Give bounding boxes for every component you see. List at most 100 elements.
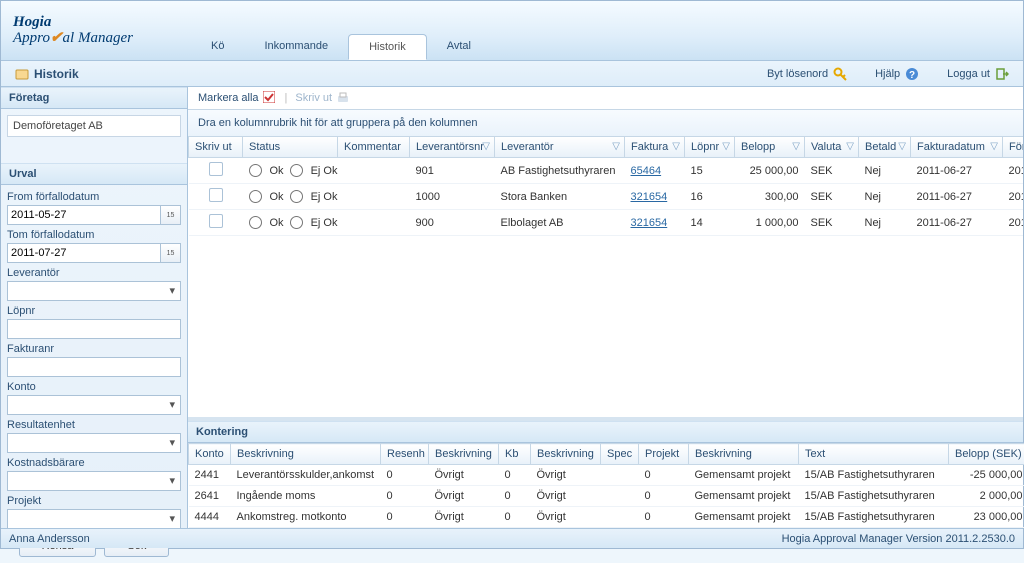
projekt-select[interactable] bbox=[7, 509, 181, 529]
col-belopp[interactable]: Belopp▽ bbox=[735, 137, 805, 158]
filter-icon[interactable]: ▽ bbox=[612, 141, 620, 152]
kontering-row[interactable]: 2441 Leverantörsskulder,ankomst 0 Övrigt… bbox=[189, 465, 1024, 486]
group-by-hint[interactable]: Dra en kolumnrubrik hit för att gruppera… bbox=[188, 110, 1023, 137]
from-date-picker-button[interactable]: 15 bbox=[161, 205, 181, 225]
k-cell-konto: 2641 bbox=[189, 486, 231, 507]
cell-levnr: 901 bbox=[410, 158, 495, 184]
resultatenhet-select[interactable] bbox=[7, 433, 181, 453]
logout-link[interactable]: Logga ut bbox=[947, 67, 1009, 81]
tab-avtal[interactable]: Avtal bbox=[427, 34, 491, 60]
print-link[interactable]: Skriv ut bbox=[295, 91, 350, 105]
cell-belopp: 25 000,00 bbox=[735, 158, 805, 184]
col-lev[interactable]: Leverantör▽ bbox=[495, 137, 625, 158]
col-betald[interactable]: Betald▽ bbox=[859, 137, 911, 158]
k-cell-b2: Övrigt bbox=[429, 507, 499, 528]
col-kommentar[interactable]: Kommentar bbox=[338, 137, 410, 158]
cell-fakturadatum: 2011-06-27 bbox=[911, 158, 1003, 184]
tab-ko[interactable]: Kö bbox=[191, 34, 244, 60]
status-ok-radio[interactable] bbox=[249, 216, 262, 229]
cell-lopnr: 15 bbox=[685, 158, 735, 184]
cell-lopnr: 16 bbox=[685, 184, 735, 210]
k-col-spec[interactable]: Spec bbox=[601, 444, 639, 465]
filter-icon[interactable]: ▽ bbox=[672, 141, 680, 152]
footer-version: Hogia Approval Manager Version 2011.2.25… bbox=[782, 533, 1015, 545]
col-faktura[interactable]: Faktura▽ bbox=[625, 137, 685, 158]
cell-lev: Elbolaget AB bbox=[495, 210, 625, 236]
k-col-resenh[interactable]: Resenh bbox=[381, 444, 429, 465]
logo-line2a: Appro bbox=[13, 30, 50, 46]
status-ok-label: Ok bbox=[270, 165, 284, 177]
filter-icon[interactable]: ▽ bbox=[846, 141, 854, 152]
col-status[interactable]: Status bbox=[243, 137, 338, 158]
k-col-belopp[interactable]: Belopp (SEK) bbox=[949, 444, 1024, 465]
k-col-kb[interactable]: Kb bbox=[499, 444, 531, 465]
k-col-beskr3[interactable]: Beskrivning bbox=[531, 444, 601, 465]
k-cell-text: 15/AB Fastighetsuthyraren bbox=[799, 465, 949, 486]
k-col-beskr2[interactable]: Beskrivning bbox=[429, 444, 499, 465]
tom-date-input[interactable] bbox=[7, 243, 161, 263]
fakturanr-label: Fakturanr bbox=[7, 343, 181, 355]
row-checkbox[interactable] bbox=[209, 162, 223, 176]
k-col-beskr[interactable]: Beskrivning bbox=[231, 444, 381, 465]
k-cell-b2: Övrigt bbox=[429, 486, 499, 507]
lopnr-label: Löpnr bbox=[7, 305, 181, 317]
kontering-row[interactable]: 2641 Ingående moms 0 Övrigt 0 Övrigt 0 G… bbox=[189, 486, 1024, 507]
change-password-link[interactable]: Byt lösenord bbox=[767, 67, 847, 81]
filter-icon[interactable]: ▽ bbox=[898, 141, 906, 152]
faktura-link[interactable]: 65464 bbox=[631, 165, 662, 177]
filter-icon[interactable]: ▽ bbox=[792, 141, 800, 152]
kostnadsb-select[interactable] bbox=[7, 471, 181, 491]
page-toolbar: Historik Byt lösenord Hjälp ? Logga ut bbox=[1, 61, 1023, 87]
kontering-row[interactable]: 4444 Ankomstreg. motkonto 0 Övrigt 0 Övr… bbox=[189, 507, 1024, 528]
col-valuta[interactable]: Valuta▽ bbox=[805, 137, 859, 158]
status-ejok-radio[interactable] bbox=[290, 190, 303, 203]
leverantor-select[interactable] bbox=[7, 281, 181, 301]
faktura-link[interactable]: 321654 bbox=[631, 191, 668, 203]
k-cell-b4: Gemensamt projekt bbox=[689, 486, 799, 507]
k-col-konto[interactable]: Konto bbox=[189, 444, 231, 465]
cell-lev: AB Fastighetsuthyraren bbox=[495, 158, 625, 184]
k-cell-konto: 4444 bbox=[189, 507, 231, 528]
filter-icon[interactable]: ▽ bbox=[722, 141, 730, 152]
fakturanr-input[interactable] bbox=[7, 357, 181, 377]
tab-historik[interactable]: Historik bbox=[348, 34, 427, 60]
status-ok-label: Ok bbox=[270, 191, 284, 203]
company-name[interactable]: Demoföretaget AB bbox=[7, 115, 181, 137]
status-ejok-radio[interactable] bbox=[290, 164, 303, 177]
from-date-input[interactable] bbox=[7, 205, 161, 225]
key-icon bbox=[833, 67, 847, 81]
status-ejok-radio[interactable] bbox=[290, 216, 303, 229]
filter-icon[interactable]: ▽ bbox=[990, 141, 998, 152]
col-levnr[interactable]: Leverantörsnr▽ bbox=[410, 137, 495, 158]
logout-icon bbox=[995, 67, 1009, 81]
table-row[interactable]: Ok Ej Ok 900 Elbolaget AB 321654 14 1 00… bbox=[189, 210, 1024, 236]
cell-betald: Nej bbox=[859, 158, 911, 184]
col-fakturadatum[interactable]: Fakturadatum▽ bbox=[911, 137, 1003, 158]
row-checkbox[interactable] bbox=[209, 188, 223, 202]
k-col-text[interactable]: Text bbox=[799, 444, 949, 465]
k-col-projekt[interactable]: Projekt bbox=[639, 444, 689, 465]
tab-inkommande[interactable]: Inkommande bbox=[244, 34, 348, 60]
row-checkbox[interactable] bbox=[209, 214, 223, 228]
status-ok-radio[interactable] bbox=[249, 164, 262, 177]
faktura-link[interactable]: 321654 bbox=[631, 217, 668, 229]
col-skrivut[interactable]: Skriv ut bbox=[189, 137, 243, 158]
status-ok-radio[interactable] bbox=[249, 190, 262, 203]
logo-line2b: al Manager bbox=[63, 30, 133, 46]
help-link[interactable]: Hjälp ? bbox=[875, 67, 919, 81]
k-col-beskr4[interactable]: Beskrivning bbox=[689, 444, 799, 465]
lopnr-input[interactable] bbox=[7, 319, 181, 339]
mark-all-link[interactable]: Markera alla bbox=[198, 91, 277, 105]
table-row[interactable]: Ok Ej Ok 1000 Stora Banken 321654 16 300… bbox=[189, 184, 1024, 210]
cell-belopp: 300,00 bbox=[735, 184, 805, 210]
cell-valuta: SEK bbox=[805, 210, 859, 236]
table-row[interactable]: Ok Ej Ok 901 AB Fastighetsuthyraren 6546… bbox=[189, 158, 1024, 184]
konto-select[interactable] bbox=[7, 395, 181, 415]
tom-date-picker-button[interactable]: 15 bbox=[161, 243, 181, 263]
k-cell-resenh: 0 bbox=[381, 465, 429, 486]
col-lopnr[interactable]: Löpnr▽ bbox=[685, 137, 735, 158]
filter-icon[interactable]: ▽ bbox=[482, 141, 490, 152]
kostnadsb-label: Kostnadsbärare bbox=[7, 457, 181, 469]
cell-lev: Stora Banken bbox=[495, 184, 625, 210]
col-forfall[interactable]: Förfallodatum▽ bbox=[1003, 137, 1024, 158]
